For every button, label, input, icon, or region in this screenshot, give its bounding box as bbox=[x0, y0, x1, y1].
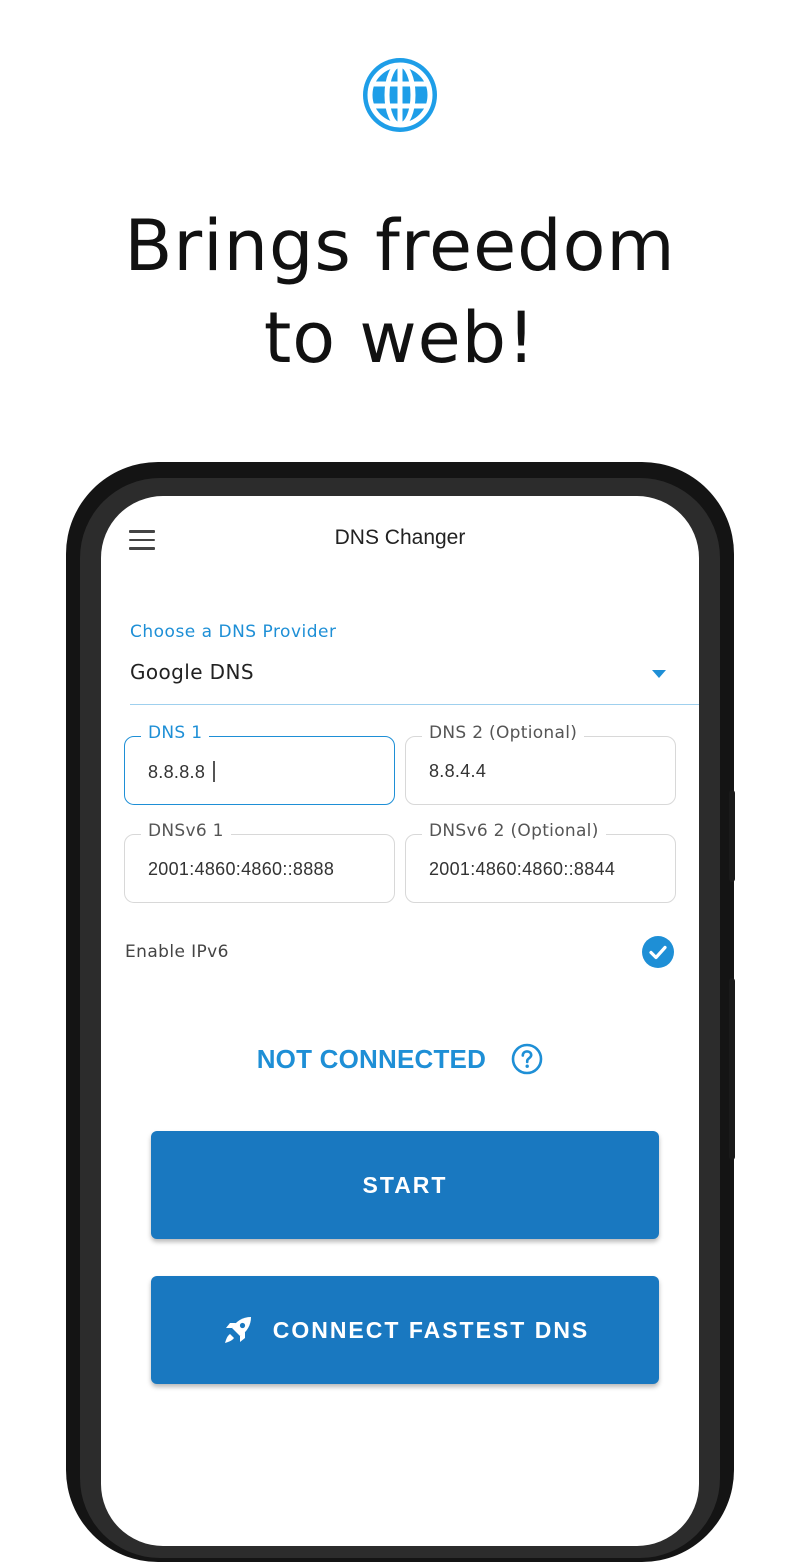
enable-ipv6-label: Enable IPv6 bbox=[125, 942, 229, 962]
dns2-value[interactable]: 8.8.4.4 bbox=[429, 761, 486, 782]
dns1-label: DNS 1 bbox=[141, 723, 210, 743]
connect-fastest-dns-button[interactable]: CONNECT FASTEST DNS bbox=[151, 1276, 659, 1384]
dnsv6-2-field[interactable]: DNSv6 2 (Optional) 2001:4860:4860::8844 bbox=[405, 821, 676, 903]
globe-icon bbox=[363, 58, 437, 132]
connection-status: NOT CONNECTED bbox=[101, 1042, 699, 1075]
checkmark-icon bbox=[649, 945, 667, 960]
help-icon[interactable] bbox=[511, 1043, 543, 1075]
phone-side-button bbox=[729, 790, 735, 882]
dns2-field[interactable]: DNS 2 (Optional) 8.8.4.4 bbox=[405, 723, 676, 805]
dnsv6-1-field[interactable]: DNSv6 1 2001:4860:4860::8888 bbox=[124, 821, 395, 903]
phone-screen: DNS Changer Choose a DNS Provider Google… bbox=[101, 496, 699, 1546]
dns1-field[interactable]: DNS 1 8.8.8.8 bbox=[124, 723, 395, 805]
dns-provider-label: Choose a DNS Provider bbox=[130, 622, 337, 642]
start-button[interactable]: START bbox=[151, 1131, 659, 1239]
headline-line-2: to web! bbox=[263, 297, 537, 379]
dnsv6-1-value[interactable]: 2001:4860:4860::8888 bbox=[148, 859, 334, 880]
start-button-label: START bbox=[362, 1171, 448, 1198]
app-title: DNS Changer bbox=[334, 526, 466, 549]
dropdown-underline bbox=[130, 704, 699, 705]
dnsv6-2-value[interactable]: 2001:4860:4860::8844 bbox=[429, 859, 615, 880]
headline-line-1: Brings freedom bbox=[124, 205, 676, 287]
dropdown-arrow-icon[interactable] bbox=[652, 670, 666, 678]
dnsv6-1-label: DNSv6 1 bbox=[141, 821, 231, 841]
dns1-value[interactable]: 8.8.8.8 bbox=[148, 762, 205, 782]
rocket-icon bbox=[224, 1317, 251, 1343]
phone-volume-button bbox=[729, 978, 735, 1160]
status-text: NOT CONNECTED bbox=[256, 1043, 487, 1074]
promo-headline: Brings freedom to web! bbox=[0, 200, 800, 384]
enable-ipv6-checkbox[interactable] bbox=[642, 936, 674, 968]
connect-fastest-dns-label: CONNECT FASTEST DNS bbox=[272, 1316, 590, 1343]
dnsv6-2-label: DNSv6 2 (Optional) bbox=[422, 821, 606, 841]
dns2-label: DNS 2 (Optional) bbox=[422, 723, 585, 743]
text-cursor bbox=[213, 761, 215, 782]
dns-provider-selected[interactable]: Google DNS bbox=[130, 660, 254, 684]
